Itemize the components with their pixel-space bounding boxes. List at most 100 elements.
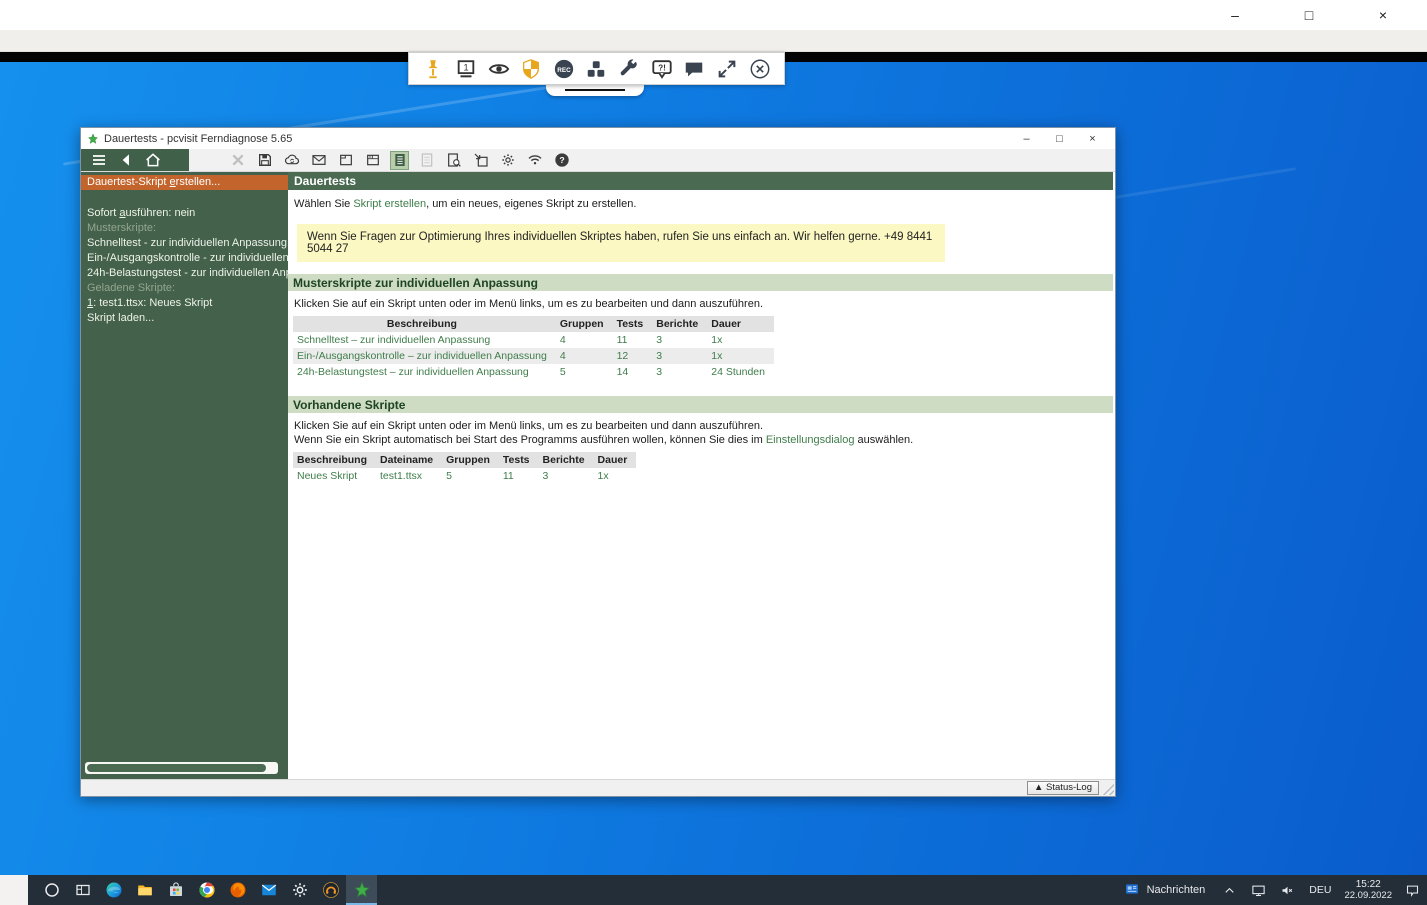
apps-icon[interactable] (585, 58, 607, 80)
taskbar-explorer-icon[interactable] (129, 875, 160, 905)
cloud-sync-icon[interactable] (283, 152, 300, 169)
doc-list-icon[interactable] (391, 152, 408, 169)
table-row[interactable]: Schnelltest – zur individuellen Anpassun… (293, 332, 774, 348)
monitor-1-icon[interactable]: 1 (455, 58, 477, 80)
table-cell[interactable]: 3 (652, 332, 707, 348)
taskbar-store-icon[interactable] (160, 875, 191, 905)
gear-icon[interactable] (499, 152, 516, 169)
clock[interactable]: 15:2222.09.2022 (1338, 879, 1398, 901)
sidebar-item: Musterskripte: (81, 221, 288, 236)
sidebar-item[interactable]: 1: test1.ttsx: Neues Skript (81, 296, 288, 311)
eye-icon[interactable] (488, 58, 510, 80)
table-cell[interactable]: 3 (539, 468, 594, 484)
close-circle-icon[interactable] (749, 58, 771, 80)
shield-icon[interactable] (520, 58, 542, 80)
speaker-mute-icon[interactable] (1273, 875, 1302, 905)
table-cell[interactable]: 12 (613, 348, 653, 364)
table-cell[interactable]: 1x (707, 332, 774, 348)
einstellungsdialog-link[interactable]: Einstellungsdialog (766, 434, 855, 446)
table-cell[interactable]: 11 (613, 332, 653, 348)
taskbar-task-view-icon[interactable] (67, 875, 98, 905)
table-cell[interactable]: 4 (556, 348, 613, 364)
minimize-button[interactable]: – (1205, 0, 1265, 30)
window-restore-icon[interactable] (337, 152, 354, 169)
taskbar-search-circle-icon[interactable] (36, 875, 67, 905)
sidebar-item[interactable]: Schnelltest - zur individuellen Anpassun… (81, 236, 288, 251)
rec-icon[interactable]: REC (553, 58, 575, 80)
table-row[interactable]: 24h-Belastungstest – zur individuellen A… (293, 364, 774, 380)
table-cell[interactable]: 24 Stunden (707, 364, 774, 380)
svg-text:1: 1 (463, 62, 468, 72)
table-cell[interactable]: 5 (442, 468, 499, 484)
sidebar-item[interactable]: Ein-/Ausgangskontrolle - zur individuell… (81, 251, 288, 266)
scrollbar-thumb[interactable] (87, 764, 266, 772)
maximize-button[interactable]: □ (1279, 0, 1339, 30)
sidebar-item[interactable]: Dauertest-Skript erstellen... (81, 175, 288, 190)
help-circle-icon[interactable]: ? (553, 152, 570, 169)
table-cell[interactable]: 3 (652, 364, 707, 380)
close-button[interactable]: × (1353, 0, 1413, 30)
mail-icon[interactable] (310, 152, 327, 169)
pin-icon[interactable] (422, 58, 444, 80)
wifi-icon[interactable] (526, 152, 543, 169)
tray-label: Nachrichten (1147, 884, 1206, 896)
table-cell[interactable]: 5 (556, 364, 613, 380)
expand-icon[interactable] (716, 58, 738, 80)
section-title-musterskripte: Musterskripte zur individuellen Anpassun… (288, 274, 1113, 291)
taskbar-firefox-icon[interactable] (222, 875, 253, 905)
sidebar-horizontal-scrollbar[interactable] (85, 762, 278, 774)
taskbar-support-circle-icon[interactable] (315, 875, 346, 905)
taskbar-mail-app-icon[interactable] (253, 875, 284, 905)
main-content: Dauertests Wählen Sie Skript erstellen, … (288, 172, 1115, 779)
table-cell[interactable]: 1x (707, 348, 774, 364)
resize-grip[interactable] (1101, 782, 1114, 795)
table-cell[interactable]: 3 (652, 348, 707, 364)
host-toolbar-strip (0, 30, 1427, 52)
app-title: Dauertests - pcvisit Ferndiagnose 5.65 (104, 133, 292, 145)
export-box-icon[interactable] (472, 152, 489, 169)
table-cell[interactable]: 11 (499, 468, 539, 484)
table-cell[interactable]: test1.ttsx (376, 468, 442, 484)
doc-search-icon[interactable] (445, 152, 462, 169)
taskbar-icons (36, 875, 377, 905)
sidebar-item[interactable]: Sofort ausführen: nein (81, 206, 288, 221)
sidebar-item[interactable]: Skript laden... (81, 311, 288, 326)
save-icon[interactable] (256, 152, 273, 169)
table-cell[interactable]: 14 (613, 364, 653, 380)
chat-icon[interactable] (683, 58, 705, 80)
taskbar-edge-icon[interactable] (98, 875, 129, 905)
minimize-button[interactable]: – (1010, 130, 1043, 148)
taskbar-settings-gear-icon[interactable] (284, 875, 315, 905)
taskbar-chrome-icon[interactable] (191, 875, 222, 905)
sidebar-item[interactable]: 24h-Belastungstest - zur individuellen A… (81, 266, 288, 281)
help-bubble-icon[interactable]: ?! (651, 58, 673, 80)
table-cell[interactable]: 24h-Belastungstest – zur individuellen A… (293, 364, 556, 380)
wrench-icon[interactable] (618, 58, 640, 80)
start-button[interactable] (0, 875, 28, 905)
tray-news[interactable]: Nachrichten (1114, 875, 1216, 905)
svg-text:?: ? (559, 155, 564, 165)
skript-erstellen-link[interactable]: Skript erstellen (353, 198, 426, 210)
table-cell[interactable]: Ein-/Ausgangskontrolle – zur individuell… (293, 348, 556, 364)
app-titlebar[interactable]: Dauertests - pcvisit Ferndiagnose 5.65 –… (81, 128, 1115, 149)
session-toolbar-handle[interactable] (546, 85, 644, 96)
taskbar-pcvisit-star-icon[interactable] (346, 875, 377, 905)
table-cell[interactable]: 1x (594, 468, 637, 484)
table-row[interactable]: Neues Skripttest1.ttsx51131x (293, 468, 636, 484)
status-log-button[interactable]: ▲ Status-Log (1027, 781, 1099, 795)
table-cell[interactable]: Schnelltest – zur individuellen Anpassun… (293, 332, 556, 348)
action-center-icon[interactable] (1398, 875, 1427, 905)
chevron-up-icon[interactable] (1215, 875, 1244, 905)
table-cell[interactable]: Neues Skript (293, 468, 376, 484)
maximize-button[interactable]: □ (1043, 130, 1076, 148)
menu-icon[interactable] (90, 152, 107, 169)
display-icon[interactable] (1244, 875, 1273, 905)
table-cell[interactable]: 4 (556, 332, 613, 348)
close-button[interactable]: × (1076, 130, 1109, 148)
language-indicator[interactable]: DEU (1302, 875, 1338, 905)
home-icon[interactable] (144, 152, 161, 169)
window-layout-icon[interactable] (364, 152, 381, 169)
table-row[interactable]: Ein-/Ausgangskontrolle – zur individuell… (293, 348, 774, 364)
back-icon[interactable] (117, 152, 134, 169)
vorhandene-hint: Klicken Sie auf ein Skript unten oder im… (288, 413, 1115, 449)
